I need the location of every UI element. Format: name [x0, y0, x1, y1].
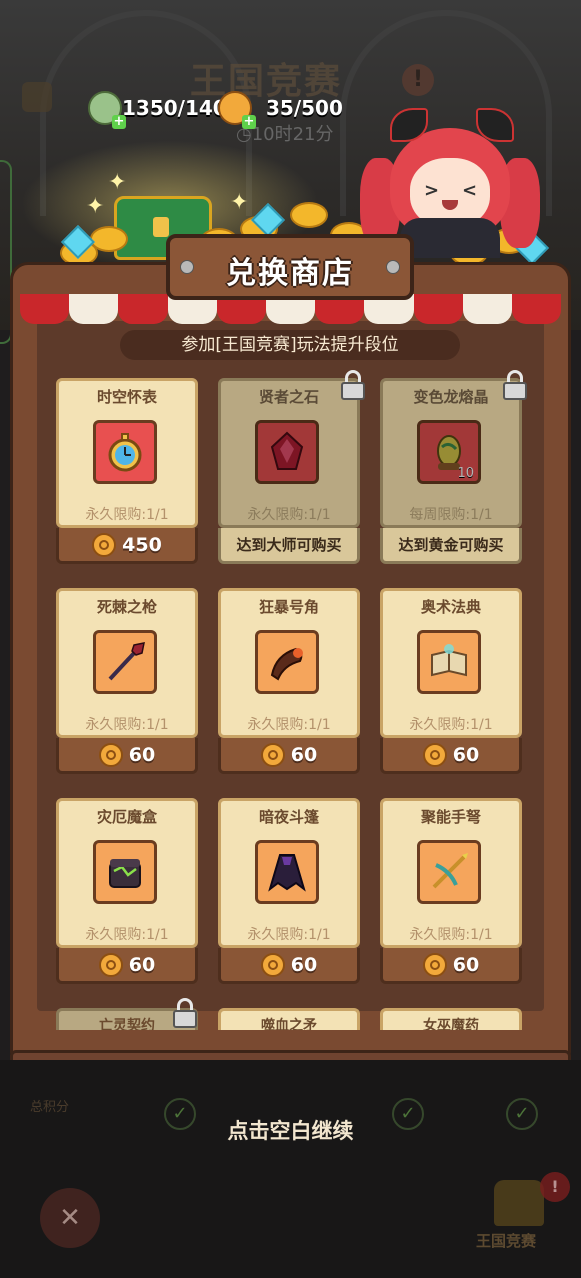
arena-coin-icon: [422, 952, 447, 977]
buy-button[interactable]: 60: [380, 948, 522, 984]
shop-card-horn[interactable]: 狂暴号角 永久限购:1/1 60: [218, 588, 360, 782]
purchase-limit: 永久限购:1/1: [247, 507, 331, 523]
purchase-limit: 永久限购:1/1: [247, 717, 331, 733]
card-name: 聚能手弩: [420, 808, 481, 826]
shop-card-night-cloak[interactable]: 暗夜斗篷 永久限购:1/1 60: [218, 798, 360, 992]
padlock-icon: [502, 370, 528, 400]
pocket-watch-icon: [93, 420, 157, 484]
currency-secondary[interactable]: + 35/500: [218, 90, 343, 129]
shop-card-bloodthirst-spear[interactable]: 噬血之矛: [218, 1008, 360, 1030]
card-name: 贤者之石: [258, 388, 319, 406]
price: 60: [452, 743, 480, 766]
red-crystal-icon: [255, 420, 319, 484]
coin-icon: [90, 226, 128, 252]
buy-button[interactable]: 60: [218, 738, 360, 774]
purchase-limit: 永久限购:1/1: [85, 507, 169, 523]
card-name: 时空怀表: [96, 388, 157, 406]
dragon-egg-icon: 10: [417, 420, 481, 484]
price: 60: [290, 953, 318, 976]
card-name: 变色龙熔晶: [413, 388, 489, 406]
card-name: 死棘之枪: [96, 598, 157, 616]
unlock-requirement: 达到黄金可购买: [380, 528, 522, 564]
shop-card-spear[interactable]: 死棘之枪 永久限购:1/1 60: [56, 588, 198, 782]
shop-card-cursed-box[interactable]: 灾厄魔盒 永久限购:1/1 60: [56, 798, 198, 992]
purchase-limit: 永久限购:1/1: [409, 927, 493, 943]
cloak-icon: [255, 840, 319, 904]
card-name: 暗夜斗篷: [258, 808, 319, 826]
trophy-icon: [494, 1180, 544, 1226]
sparkle-icon: ✦: [230, 190, 249, 215]
purchase-limit: 每周限购:1/1: [409, 507, 493, 523]
price: 60: [128, 953, 156, 976]
background-trophy-label: 王国竞赛: [476, 1232, 537, 1250]
price: 60: [290, 743, 318, 766]
arena-coin-icon: [260, 952, 285, 977]
card-name: 噬血之矛: [261, 1018, 317, 1030]
shop-card-chameleon-crystal[interactable]: 变色龙熔晶 10 每周限购:1/1 达到黄金可购买: [380, 370, 527, 572]
shop-card-crossbow[interactable]: 聚能手弩 永久限购:1/1 60: [380, 798, 522, 992]
card-name: 灾厄魔盒: [96, 808, 157, 826]
spear-icon: [93, 630, 157, 694]
arena-coin-icon: [422, 742, 447, 767]
sparkle-icon: ✦: [86, 194, 105, 219]
price: 60: [452, 953, 480, 976]
spellbook-icon: [417, 630, 481, 694]
buy-button[interactable]: 60: [56, 948, 198, 984]
shop-card-witch-potion[interactable]: 女巫魔药: [380, 1008, 522, 1030]
card-name: 狂暴号角: [258, 598, 319, 616]
tool-icon: ✕: [40, 1188, 100, 1248]
shop-subtitle: 参加[王国竞赛]玩法提升段位: [120, 330, 460, 360]
item-quantity: 10: [457, 466, 474, 481]
padlock-icon: [172, 998, 198, 1028]
unlock-requirement: 达到大师可购买: [218, 528, 360, 564]
card-name: 奥术法典: [420, 598, 481, 616]
cursed-box-icon: [93, 840, 157, 904]
alert-icon: !: [402, 64, 434, 96]
price: 450: [122, 533, 162, 556]
buy-button[interactable]: 60: [380, 738, 522, 774]
purchase-limit: 永久限购:1/1: [409, 717, 493, 733]
shop-card-spellbook[interactable]: 奥术法典 永久限购:1/1 60: [380, 588, 522, 782]
coin-icon: [290, 202, 328, 228]
plus-icon[interactable]: +: [242, 115, 256, 129]
arena-coin-icon: [260, 742, 285, 767]
arena-coin-icon: [92, 532, 117, 557]
unlock-text: 达到黄金可购买: [398, 536, 504, 554]
arena-coin-icon: [98, 952, 123, 977]
price: 60: [128, 743, 156, 766]
potion-coin-icon: +: [88, 91, 126, 129]
alert-icon: !: [540, 1172, 570, 1202]
purchase-limit: 永久限购:1/1: [85, 717, 169, 733]
buy-button[interactable]: 60: [56, 738, 198, 774]
shop-title: 兑换商店: [226, 256, 354, 291]
unlock-text: 达到大师可购买: [236, 536, 342, 554]
shop-sign: 兑换商店: [166, 234, 414, 300]
purchase-limit: 永久限购:1/1: [247, 927, 331, 943]
arena-coin-icon: +: [218, 91, 256, 129]
buy-button[interactable]: 60: [218, 948, 360, 984]
shop-card-philosopher-stone[interactable]: 贤者之石 永久限购:1/1 达到大师可购买: [218, 370, 365, 572]
arena-coin-icon: [98, 742, 123, 767]
background-score-label: 总积分: [30, 1100, 70, 1115]
shop-card-pocket-watch[interactable]: 时空怀表 永久限购:1/1 450: [56, 378, 198, 572]
leaf-icon: [22, 82, 52, 112]
card-name: 女巫魔药: [423, 1018, 479, 1030]
buy-button[interactable]: 450: [56, 528, 198, 564]
padlock-icon: [340, 370, 366, 400]
plus-icon[interactable]: +: [112, 115, 126, 129]
currency-secondary-value: 35/500: [266, 96, 343, 120]
crossbow-icon: [417, 840, 481, 904]
sparkle-icon: ✦: [108, 170, 127, 195]
tap-to-continue[interactable]: 点击空白继续: [0, 1115, 581, 1145]
horn-icon: [255, 630, 319, 694]
purchase-limit: 永久限购:1/1: [85, 927, 169, 943]
